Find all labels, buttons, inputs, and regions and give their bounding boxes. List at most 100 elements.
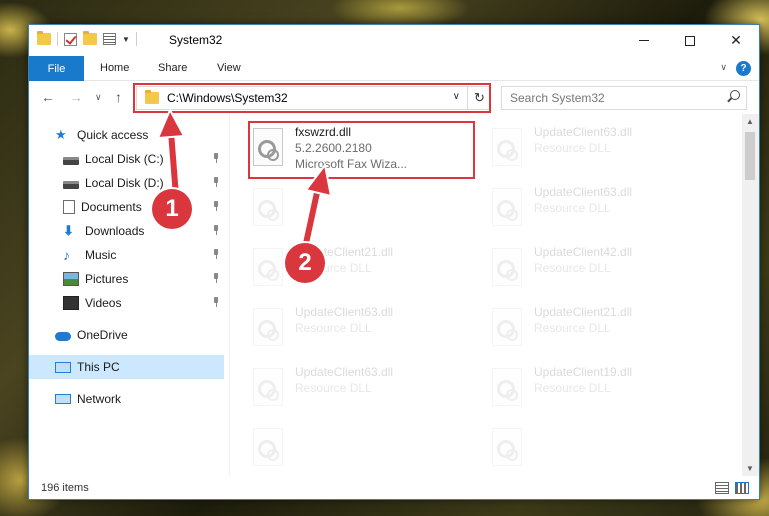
quick-access-toolbar: ▼: [37, 31, 137, 46]
file-item[interactable]: UpdateClient42.dll Resource DLL: [488, 242, 716, 300]
new-folder-icon[interactable]: [83, 31, 97, 45]
folder-icon[interactable]: [37, 31, 51, 45]
scrollbar-thumb[interactable]: [745, 132, 755, 180]
pin-icon[interactable]: [212, 273, 220, 283]
sidebar-item-quick-access[interactable]: ★ Quick access: [29, 123, 224, 147]
file-description: Resource DLL: [534, 261, 611, 275]
file-description: Resource DLL: [534, 321, 611, 335]
file-item[interactable]: UpdateClient21.dll Resource DLL: [488, 302, 716, 360]
dll-file-icon: [492, 188, 522, 226]
sidebar-item-label: Quick access: [77, 128, 149, 142]
recent-locations-icon[interactable]: ∨: [95, 92, 102, 103]
file-item-fxswzrd[interactable]: fxswzrd.dll 5.2.2600.2180 Microsoft Fax …: [249, 122, 477, 180]
sidebar-item-label: Network: [77, 392, 122, 406]
pin-icon[interactable]: [212, 201, 220, 211]
large-icons-view-icon[interactable]: [735, 482, 749, 494]
ribbon-tabs: File Home Share View ∨ ?: [29, 56, 759, 81]
sidebar-item-label: This PC: [77, 360, 120, 374]
sidebar-item-pictures[interactable]: Pictures: [29, 267, 224, 291]
dll-file-icon: [492, 248, 522, 286]
sidebar-item-network[interactable]: Network: [29, 387, 224, 411]
sidebar-item-label: Local Disk (C:): [85, 152, 164, 166]
expand-ribbon-icon[interactable]: ∨: [720, 62, 727, 73]
help-icon[interactable]: ?: [736, 61, 751, 76]
file-version: 5.2.2600.2180: [295, 141, 372, 155]
sidebar-item-videos[interactable]: Videos: [29, 291, 224, 315]
sidebar-item-label: OneDrive: [77, 328, 128, 342]
up-arrow-icon[interactable]: ↑: [115, 89, 122, 105]
close-icon: ✕: [730, 32, 742, 48]
pin-icon[interactable]: [212, 153, 220, 163]
tab-file[interactable]: File: [29, 56, 84, 81]
pin-icon[interactable]: [212, 225, 220, 235]
dll-file-icon: [492, 128, 522, 166]
sidebar-item-music[interactable]: ♪ Music: [29, 243, 224, 267]
properties-check-icon[interactable]: [64, 32, 77, 46]
onedrive-cloud-icon: [55, 332, 71, 341]
dll-file-icon: [253, 128, 283, 166]
sidebar-item-this-pc[interactable]: This PC: [29, 355, 224, 379]
forward-arrow-icon[interactable]: →: [69, 89, 83, 105]
folder-icon: [145, 90, 159, 104]
file-item[interactable]: [488, 422, 716, 480]
chevron-down-icon[interactable]: ▼: [122, 35, 130, 44]
pictures-icon: [63, 272, 79, 286]
file-item[interactable]: UpdateClient21.dll Resource DLL: [249, 242, 477, 300]
close-button[interactable]: ✕: [713, 25, 759, 56]
toolbar-separator: [57, 32, 58, 46]
pin-icon[interactable]: [212, 297, 220, 307]
back-arrow-icon[interactable]: ←: [41, 89, 55, 105]
step-1-badge: 1: [152, 189, 192, 229]
file-item[interactable]: [249, 182, 477, 240]
details-view-icon[interactable]: [715, 482, 729, 494]
dll-file-icon: [253, 248, 283, 286]
file-item[interactable]: [249, 422, 477, 480]
sidebar-item-documents[interactable]: Documents: [29, 195, 224, 219]
sidebar-item-downloads[interactable]: ⬇ Downloads: [29, 219, 224, 243]
search-icon: [730, 90, 740, 100]
tab-view[interactable]: View: [217, 62, 241, 74]
file-name: UpdateClient63.dll: [534, 185, 633, 199]
refresh-button[interactable]: ↻: [467, 86, 491, 110]
address-bar[interactable]: C:\Windows\System32 ∨: [136, 86, 491, 110]
pin-icon[interactable]: [212, 249, 220, 259]
downloads-icon: ⬇: [63, 223, 74, 238]
minimize-button[interactable]: [621, 25, 667, 56]
file-item[interactable]: UpdateClient63.dll Resource DLL: [249, 362, 477, 420]
search-input[interactable]: Search System32: [501, 86, 747, 110]
tab-share[interactable]: Share: [158, 62, 187, 74]
videos-icon: [63, 296, 79, 310]
sidebar-item-label: Videos: [85, 296, 122, 310]
file-name: UpdateClient63.dll: [295, 365, 394, 379]
file-name: UpdateClient21.dll: [534, 305, 633, 319]
file-description: Resource DLL: [534, 201, 611, 215]
properties-icon[interactable]: [103, 33, 116, 45]
file-description: Resource DLL: [534, 381, 611, 395]
sidebar-item-onedrive[interactable]: OneDrive: [29, 323, 224, 347]
sidebar-item-label: Downloads: [85, 224, 145, 238]
sidebar-item-local-disk-c[interactable]: Local Disk (C:): [29, 147, 224, 171]
dll-file-icon: [253, 308, 283, 346]
sidebar-item-local-disk-d[interactable]: Local Disk (D:): [29, 171, 224, 195]
address-dropdown-icon[interactable]: ∨: [453, 91, 460, 102]
navigation-bar: ← → ∨ ↑ C:\Windows\System32 ∨ ↻ Search S…: [29, 82, 759, 114]
file-name: fxswzrd.dll: [295, 125, 352, 139]
file-item[interactable]: UpdateClient63.dll Resource DLL: [249, 302, 477, 360]
tab-home[interactable]: Home: [100, 62, 129, 74]
file-item[interactable]: UpdateClient63.dll Resource DLL: [488, 122, 716, 180]
pin-icon[interactable]: [212, 177, 220, 187]
toolbar-separator: [135, 32, 137, 46]
file-item[interactable]: UpdateClient19.dll Resource DLL: [488, 362, 716, 420]
maximize-button[interactable]: [667, 25, 713, 56]
file-explorer-window: ▼ System32 ✕ File Home Share View ∨ ? ← …: [28, 24, 760, 500]
drive-icon: [63, 156, 79, 165]
file-name: UpdateClient42.dll: [534, 245, 633, 259]
dll-file-icon: [492, 428, 522, 466]
documents-icon: [63, 200, 75, 214]
file-description: Microsoft Fax Wiza...: [295, 157, 408, 171]
scroll-down-icon[interactable]: ▼: [746, 464, 754, 473]
status-bar: 196 items: [29, 476, 759, 499]
vertical-scrollbar[interactable]: ▲ ▼: [742, 114, 759, 476]
file-item[interactable]: UpdateClient63.dll Resource DLL: [488, 182, 716, 240]
scroll-up-icon[interactable]: ▲: [746, 117, 754, 126]
